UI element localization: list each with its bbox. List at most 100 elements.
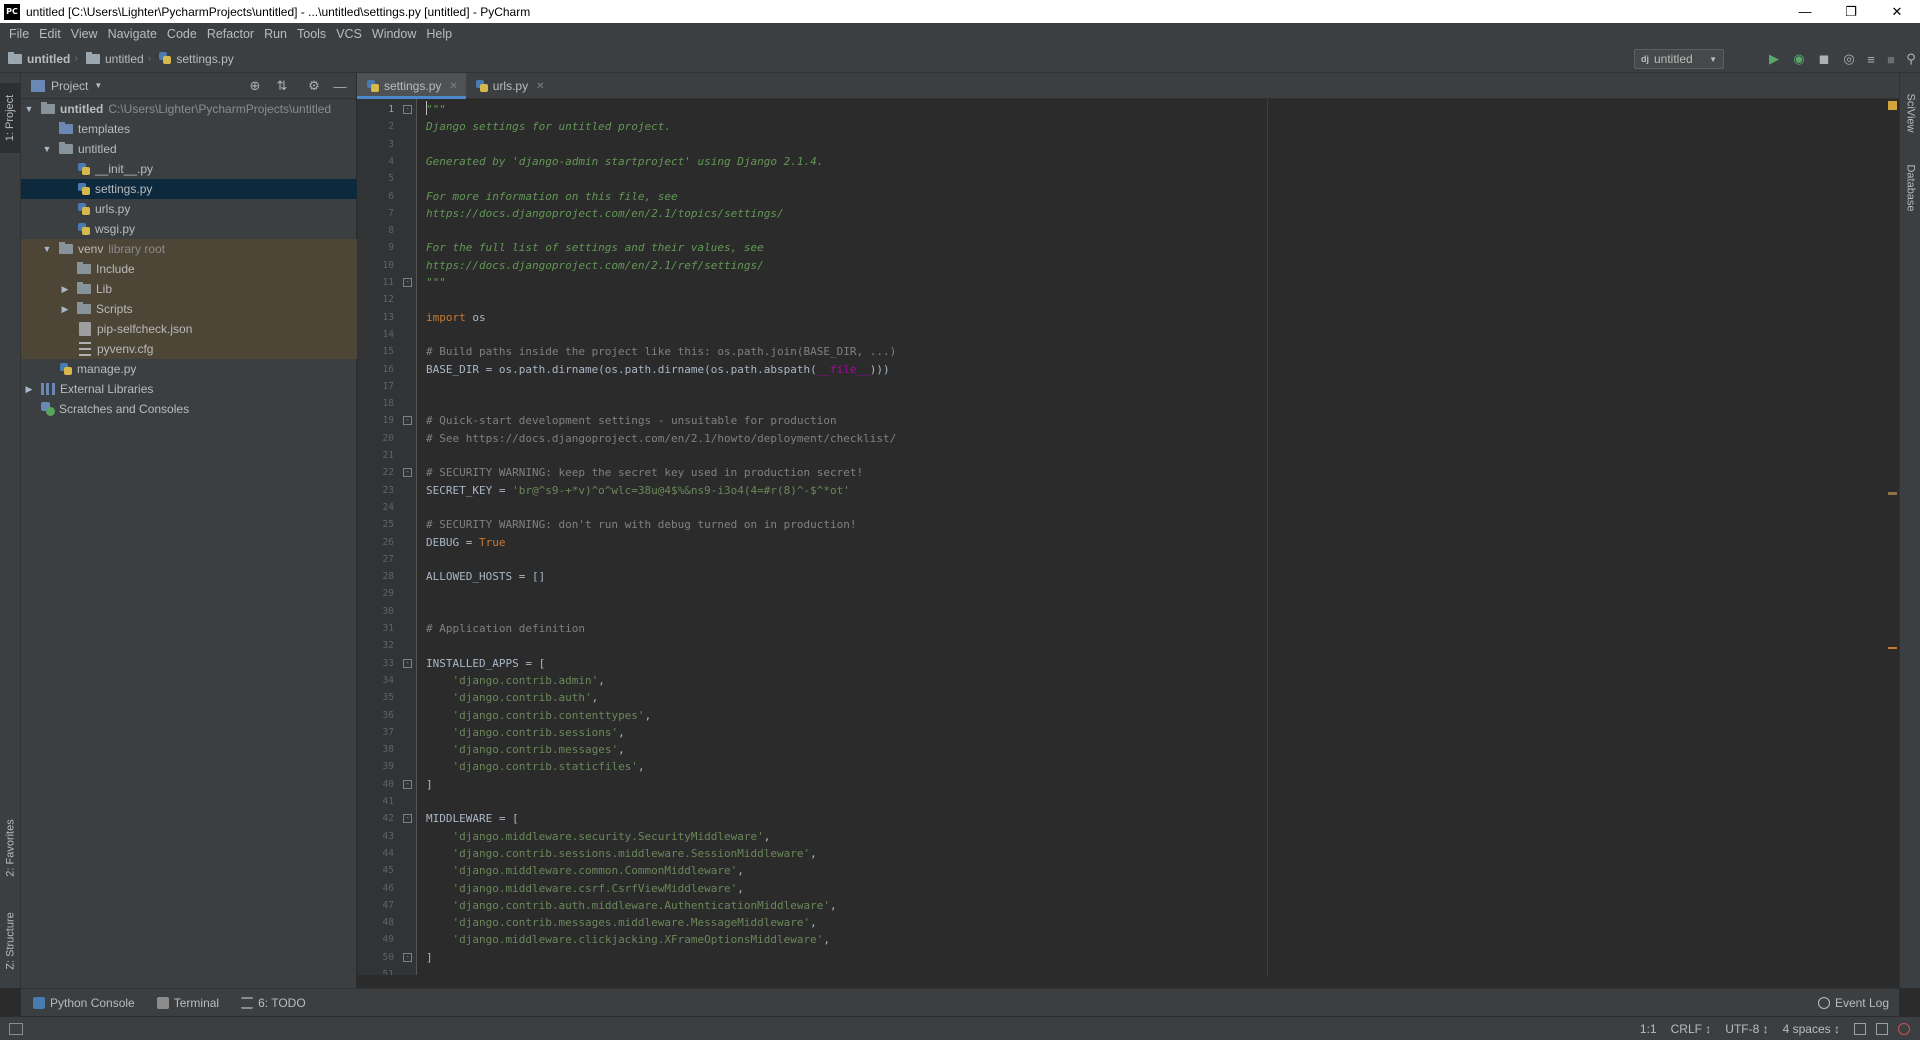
tree-item-venv[interactable]: ▼ venv library root xyxy=(21,239,357,259)
coverage-icon[interactable]: ◼ xyxy=(1815,50,1833,68)
code-line[interactable]: 'django.contrib.staticfiles', xyxy=(426,758,645,775)
fold-marker-icon[interactable]: - xyxy=(403,105,412,114)
gear-icon[interactable]: ⚙ xyxy=(306,78,322,94)
tab-structure-tool[interactable]: Z: Structure xyxy=(0,903,21,978)
breadcrumb-file[interactable]: settings.py xyxy=(151,52,237,66)
concurrency-icon[interactable]: ≡ xyxy=(1862,50,1880,68)
code-line[interactable]: import os xyxy=(426,309,486,326)
close-tab-icon[interactable]: ✕ xyxy=(449,81,457,92)
stripe-marker[interactable] xyxy=(1888,492,1897,495)
code-line[interactable]: ALLOWED_HOSTS = [] xyxy=(426,568,545,585)
code-line[interactable]: https://docs.djangoproject.com/en/2.1/re… xyxy=(426,257,764,274)
menu-run[interactable]: Run xyxy=(259,23,292,45)
tree-item-init-py[interactable]: __init__.py xyxy=(21,159,357,179)
tree-item-scripts[interactable]: ▶ Scripts xyxy=(21,299,357,319)
lock-icon[interactable] xyxy=(1854,1022,1866,1035)
chevron-down-icon[interactable]: ▼ xyxy=(94,81,102,90)
code-line[interactable]: ] xyxy=(426,949,433,966)
tree-item-untitled-package[interactable]: ▼ untitled xyxy=(21,139,357,159)
minimize-icon[interactable]: — xyxy=(1782,0,1828,23)
code-line[interactable]: Django settings for untitled project. xyxy=(426,118,671,135)
fold-marker-icon[interactable]: - xyxy=(403,779,412,789)
close-tab-icon[interactable]: ✕ xyxy=(536,81,544,92)
hide-panel-icon[interactable]: — xyxy=(332,78,348,94)
tab-settings-py[interactable]: settings.py ✕ xyxy=(357,73,466,99)
tree-item-settings-py[interactable]: settings.py xyxy=(21,179,357,199)
code-line[interactable]: 'django.middleware.csrf.CsrfViewMiddlewa… xyxy=(426,880,744,897)
tree-item-project-root[interactable]: ▼ untitled C:\Users\Lighter\PycharmProje… xyxy=(21,99,357,119)
inspector-icon[interactable] xyxy=(1876,1022,1888,1035)
project-view-select[interactable]: Project xyxy=(51,79,88,93)
error-stripe[interactable] xyxy=(1885,99,1899,975)
tree-item-external-libraries[interactable]: ▶ External Libraries xyxy=(21,379,357,399)
warning-indicator-icon[interactable] xyxy=(1888,101,1897,110)
code-line[interactable]: # Quick-start development settings - uns… xyxy=(426,412,837,429)
code-line[interactable]: 'django.contrib.auth', xyxy=(426,689,599,706)
menu-refactor[interactable]: Refactor xyxy=(202,23,259,45)
tree-item-manage-py[interactable]: manage.py xyxy=(21,359,357,379)
tab-urls-py[interactable]: urls.py ✕ xyxy=(466,73,553,99)
fold-marker-icon[interactable]: - xyxy=(403,658,412,668)
code-line[interactable]: INSTALLED_APPS = [ xyxy=(426,655,545,672)
code-line[interactable]: 'django.contrib.contenttypes', xyxy=(426,707,652,724)
tree-item-urls-py[interactable]: urls.py xyxy=(21,199,357,219)
run-icon[interactable]: ▶ xyxy=(1765,50,1783,68)
debug-icon[interactable]: ◉ xyxy=(1790,50,1808,68)
menu-code[interactable]: Code xyxy=(162,23,202,45)
locate-icon[interactable]: ⊕ xyxy=(247,78,263,94)
code-line[interactable]: 'django.contrib.messages.middleware.Mess… xyxy=(426,914,817,931)
code-line[interactable]: # See https://docs.djangoproject.com/en/… xyxy=(426,430,896,447)
stripe-marker[interactable] xyxy=(1888,647,1897,649)
code-line[interactable]: For more information on this file, see xyxy=(426,188,678,205)
breadcrumb-package[interactable]: untitled xyxy=(78,51,148,66)
search-icon[interactable]: ⚲ xyxy=(1902,50,1920,68)
toggle-tool-windows-icon[interactable] xyxy=(9,1022,23,1035)
menu-navigate[interactable]: Navigate xyxy=(103,23,162,45)
menu-help[interactable]: Help xyxy=(421,23,457,45)
fold-marker-icon[interactable]: - xyxy=(403,278,412,287)
code-line[interactable]: SECRET_KEY = 'br@^s9-+*v)^o^wlc=38u@4$%&… xyxy=(426,482,850,499)
tree-item-include[interactable]: Include xyxy=(21,259,357,279)
code-line[interactable]: https://docs.djangoproject.com/en/2.1/to… xyxy=(426,205,784,222)
menu-vcs[interactable]: VCS xyxy=(331,23,367,45)
expanded-arrow-icon[interactable]: ▼ xyxy=(41,144,53,154)
code-line[interactable]: 'django.middleware.common.CommonMiddlewa… xyxy=(426,862,744,879)
todo-button[interactable]: 6: TODO xyxy=(241,996,306,1010)
code-line[interactable]: 'django.contrib.messages', xyxy=(426,741,625,758)
caret-position[interactable]: 1:1 xyxy=(1640,1022,1657,1036)
menu-edit[interactable]: Edit xyxy=(34,23,66,45)
code-editor[interactable]: 1-2 3 4 5 6 7 8 9 10 11-12 13 14 15 16 17 18 19-20 21 22-2… xyxy=(357,99,1899,975)
code-line[interactable]: # SECURITY WARNING: don't run with debug… xyxy=(426,516,856,533)
tab-sciview-tool[interactable]: SciView xyxy=(1900,83,1920,143)
code-line[interactable]: 'django.middleware.clickjacking.XFrameOp… xyxy=(426,931,831,948)
collapsed-arrow-icon[interactable]: ▶ xyxy=(23,384,35,395)
line-separator-select[interactable]: CRLF ↕ xyxy=(1671,1022,1712,1036)
menu-view[interactable]: View xyxy=(66,23,103,45)
profile-icon[interactable]: ◎ xyxy=(1840,50,1858,68)
run-configuration-select[interactable]: dj untitled ▼ xyxy=(1634,49,1724,69)
collapsed-arrow-icon[interactable]: ▶ xyxy=(59,284,71,295)
tab-favorites-tool[interactable]: 2: Favorites xyxy=(0,808,21,888)
restore-icon[interactable]: ❐ xyxy=(1828,0,1874,23)
event-log-button[interactable]: Event Log xyxy=(1817,996,1889,1010)
terminal-button[interactable]: Terminal xyxy=(156,996,219,1010)
tree-item-wsgi-py[interactable]: wsgi.py xyxy=(21,219,357,239)
error-indicator-icon[interactable] xyxy=(1898,1022,1910,1035)
expanded-arrow-icon[interactable]: ▼ xyxy=(41,244,53,254)
collapsed-arrow-icon[interactable]: ▶ xyxy=(59,304,71,315)
python-console-button[interactable]: Python Console xyxy=(33,996,135,1010)
code-line[interactable]: BASE_DIR = os.path.dirname(os.path.dirna… xyxy=(426,361,890,378)
code-line[interactable]: # SECURITY WARNING: keep the secret key … xyxy=(426,464,863,481)
code-line[interactable]: MIDDLEWARE = [ xyxy=(426,810,519,827)
code-line[interactable]: DEBUG = True xyxy=(426,534,505,551)
tree-item-lib[interactable]: ▶ Lib xyxy=(21,279,357,299)
tab-project-tool[interactable]: 1: Project xyxy=(0,83,21,153)
code-line[interactable]: """ xyxy=(426,101,446,118)
tree-item-pip-selfcheck[interactable]: pip-selfcheck.json xyxy=(21,319,357,339)
code-line[interactable]: # Build paths inside the project like th… xyxy=(426,343,896,360)
tab-database-tool[interactable]: Database xyxy=(1900,153,1920,223)
code-line[interactable]: For the full list of settings and their … xyxy=(426,239,764,256)
code-line[interactable]: Generated by 'django-admin startproject'… xyxy=(426,153,823,170)
code-line[interactable]: 'django.middleware.security.SecurityMidd… xyxy=(426,828,771,845)
code-line[interactable]: 'django.contrib.sessions', xyxy=(426,724,625,741)
